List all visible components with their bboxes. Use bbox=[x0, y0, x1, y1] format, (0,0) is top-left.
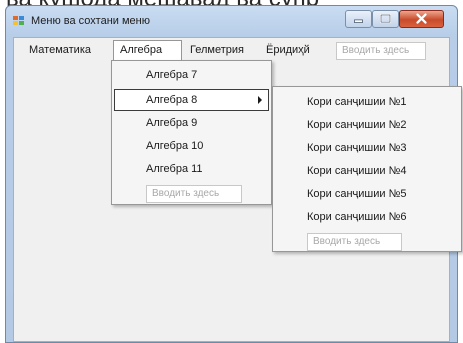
close-icon bbox=[416, 13, 427, 24]
minimize-icon bbox=[354, 19, 363, 23]
menu-item-test-5[interactable]: Кори санҷишии №5 bbox=[275, 183, 459, 205]
menu-item-algebra-9[interactable]: Алгебра 9 bbox=[114, 112, 269, 134]
maximize-button[interactable] bbox=[372, 10, 399, 28]
menu-item-matematika[interactable]: Математика bbox=[23, 40, 97, 60]
menu-item-test-4[interactable]: Кори санҷишии №4 bbox=[275, 160, 459, 182]
menu-item-test-1[interactable]: Кори санҷишии №1 bbox=[275, 91, 459, 113]
menubar-type-here-box[interactable]: Вводить здесь bbox=[336, 42, 426, 60]
menu-item-algebra-8-label: Алгебра 8 bbox=[146, 94, 198, 106]
submenu-type-here-box[interactable]: Вводить здесь bbox=[307, 233, 402, 251]
menu-item-algebra-10[interactable]: Алгебра 10 bbox=[114, 135, 269, 157]
title-bar[interactable]: Меню ва сохтани меню bbox=[6, 6, 457, 36]
menu-item-geometria[interactable]: Гелметрия bbox=[184, 40, 250, 60]
submenu-arrow-icon bbox=[258, 96, 262, 104]
menu-item-algebra[interactable]: Алгебра bbox=[113, 40, 182, 60]
menu-item-test-3[interactable]: Кори санҷишии №3 bbox=[275, 137, 459, 159]
menu-item-algebra-7[interactable]: Алгебра 7 bbox=[114, 64, 269, 86]
algebra-dropdown-menu: Алгебра 7 Алгебра 8 Алгебра 9 Алгебра 10… bbox=[111, 60, 272, 205]
algebra-type-here-box[interactable]: Вводить здесь bbox=[146, 185, 242, 203]
close-button[interactable] bbox=[399, 10, 444, 28]
menu-item-yoridihi[interactable]: Ёридиҳй bbox=[260, 40, 316, 60]
algebra8-submenu: Кори санҷишии №1 Кори санҷишии №2 Кори с… bbox=[272, 86, 462, 252]
window-title: Меню ва сохтани меню bbox=[31, 15, 150, 27]
menu-item-test-6[interactable]: Кори санҷишии №6 bbox=[275, 206, 459, 228]
minimize-button[interactable] bbox=[345, 10, 372, 28]
menu-item-algebra-8[interactable]: Алгебра 8 bbox=[114, 89, 269, 111]
app-window-icon bbox=[13, 16, 24, 25]
menu-bar: Математика Алгебра Гелметрия Ёридиҳй Вво… bbox=[14, 38, 449, 62]
maximize-icon bbox=[380, 14, 391, 24]
menu-item-algebra-11[interactable]: Алгебра 11 bbox=[114, 158, 269, 180]
menu-item-test-2[interactable]: Кори санҷишии №2 bbox=[275, 114, 459, 136]
